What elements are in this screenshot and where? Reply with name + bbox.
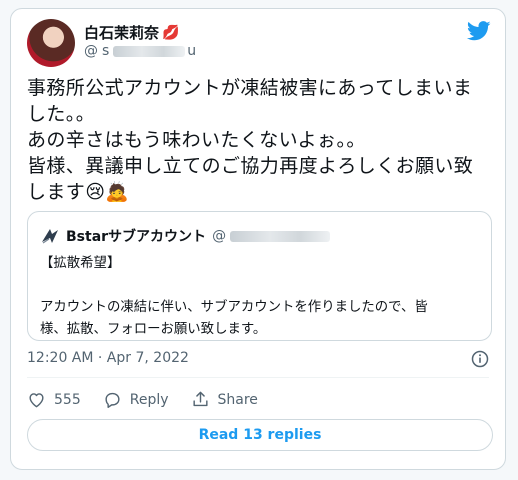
- tweet-card: 白石茉莉奈 💋 @ s u 事務所公式アカウントが凍結被害にあってしまいま した…: [10, 8, 506, 470]
- avatar[interactable]: [27, 19, 75, 67]
- share-label: Share: [217, 391, 258, 408]
- handle-suffix: u: [187, 43, 197, 59]
- lips-emoji-icon: 💋: [162, 24, 180, 41]
- info-icon[interactable]: [471, 350, 489, 368]
- divider: [27, 377, 489, 378]
- reply-label: Reply: [129, 391, 169, 408]
- tweet-timestamp[interactable]: 12:20 AM · Apr 7, 2022: [27, 350, 189, 366]
- quoted-handle-prefix: @: [212, 228, 227, 244]
- reply-bubble-icon: [105, 392, 120, 408]
- twitter-bird-icon[interactable]: [467, 21, 491, 41]
- author-handle[interactable]: @ s u: [84, 43, 196, 59]
- handle-prefix: @: [84, 43, 98, 59]
- like-count: 555: [54, 391, 81, 408]
- share-icon: [192, 391, 208, 407]
- blurred-handle: [113, 45, 186, 57]
- bstar-logo-icon: [40, 227, 60, 245]
- quoted-author-name: Bstarサブアカウント: [66, 229, 207, 245]
- reply-button[interactable]: Reply: [103, 390, 169, 409]
- handle-visible: s: [102, 43, 110, 59]
- author-name[interactable]: 白石茉莉奈 💋: [84, 22, 179, 43]
- tweet-actions: 555 Reply Share: [27, 390, 280, 409]
- author-display-name: 白石茉莉奈: [84, 24, 160, 42]
- tweet-text: 事務所公式アカウントが凍結被害にあってしまいま した。。 あの辛さはもう味わいた…: [27, 77, 474, 203]
- read-replies-button[interactable]: Read 13 replies: [27, 419, 493, 451]
- like-button[interactable]: 555: [27, 390, 81, 409]
- quoted-tweet-text: 【拡散希望】 アカウントの凍結に伴い、サブアカウントを作りましたので、皆 様、拡…: [40, 253, 485, 341]
- quoted-author-handle: @: [212, 228, 331, 244]
- share-button[interactable]: Share: [191, 390, 258, 409]
- quoted-heading: 【拡散希望】: [40, 256, 121, 271]
- blurred-quoted-handle: [230, 230, 331, 242]
- quoted-body: アカウントの凍結に伴い、サブアカウントを作りましたので、皆 様、拡散、フォローお…: [40, 300, 428, 337]
- quoted-tweet-header: Bstarサブアカウント @: [40, 226, 331, 246]
- quoted-tweet[interactable]: Bstarサブアカウント @ 【拡散希望】 アカウントの凍結に伴い、サブアカウン…: [27, 211, 492, 341]
- heart-icon: [29, 393, 44, 408]
